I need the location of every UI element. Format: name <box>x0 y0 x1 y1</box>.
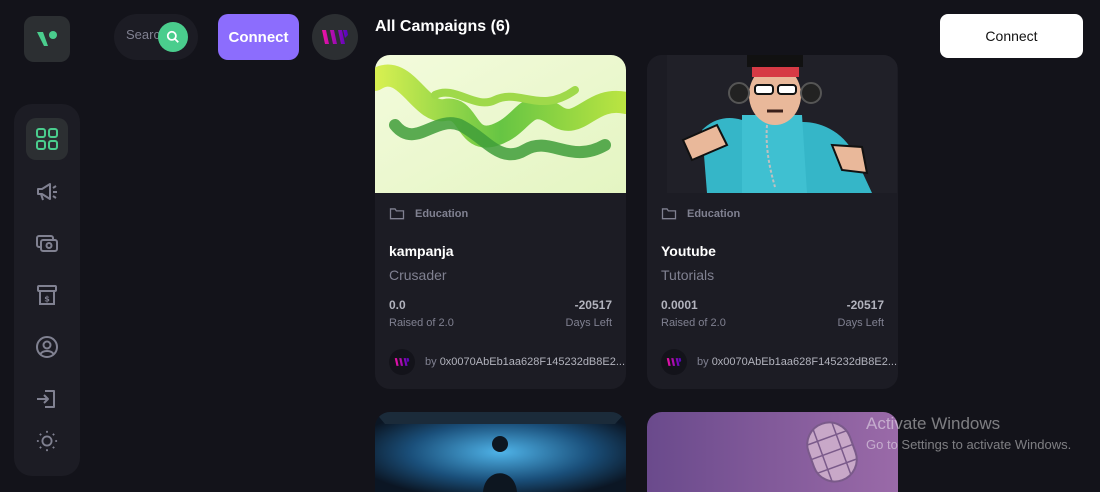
campaign-description: Tutorials <box>661 267 715 283</box>
campaign-image <box>375 412 626 492</box>
campaign-card-partial[interactable] <box>647 412 898 492</box>
windows-activation-watermark: Activate Windows Go to Settings to activ… <box>866 414 1071 452</box>
days-left-label: Days Left <box>565 317 612 329</box>
campaign-card[interactable]: Education kampanja Crusader 0.0 Raised o… <box>375 55 626 389</box>
wallet-connect-button[interactable]: Connect <box>940 14 1083 58</box>
thirdweb-logo-icon <box>322 30 348 44</box>
dashboard-icon <box>36 128 58 150</box>
sidebar-item-campaign[interactable] <box>26 170 68 212</box>
logo-icon <box>37 31 57 46</box>
campaign-image <box>647 412 898 492</box>
raised-label: Raised of 2.0 <box>389 317 454 329</box>
campaign-description: Crusader <box>389 267 447 283</box>
logout-icon <box>37 390 55 408</box>
days-left-stat: -20517 Days Left <box>566 298 612 329</box>
connect-button[interactable]: Connect <box>218 14 299 60</box>
campaign-owner: by 0x0070AbEb1aa628F145232dB8E2... <box>661 349 897 375</box>
owner-address: 0x0070AbEb1aa628F145232dB8E2... <box>711 356 898 368</box>
app-logo[interactable] <box>24 16 70 62</box>
sidebar-item-dashboard[interactable] <box>26 118 68 160</box>
raised-label: Raised of 2.0 <box>661 317 726 329</box>
withdraw-icon: $ <box>37 285 57 305</box>
sidebar-item-payment[interactable] <box>26 222 68 264</box>
campaign-category: Education <box>389 207 468 220</box>
payment-icon <box>36 235 58 252</box>
campaign-image <box>375 55 626 193</box>
owner-prefix: by <box>697 356 709 368</box>
raised-stat: 0.0001 Raised of 2.0 <box>661 298 726 329</box>
sun-icon <box>36 430 58 452</box>
sidebar-item-logout[interactable] <box>26 378 68 420</box>
owner-address: 0x0070AbEb1aa628F145232dB8E2... <box>439 356 626 368</box>
days-left-value: -20517 <box>846 298 884 312</box>
watermark-subtitle: Go to Settings to activate Windows. <box>866 437 1072 452</box>
owner-avatar <box>661 349 687 375</box>
sidebar: $ <box>14 104 80 476</box>
campaign-image <box>647 55 898 193</box>
campaign-owner: by 0x0070AbEb1aa628F145232dB8E2... <box>389 349 625 375</box>
campaign-card-partial[interactable] <box>375 412 626 492</box>
days-left-value: -20517 <box>574 298 612 312</box>
campaign-card[interactable]: Education Youtube Tutorials 0.0001 Raise… <box>647 55 898 389</box>
campaign-title: Youtube <box>661 243 716 259</box>
raised-stat: 0.0 Raised of 2.0 <box>389 298 454 329</box>
watermark-title: Activate Windows <box>866 414 1001 433</box>
thirdweb-logo-icon <box>394 358 410 366</box>
raised-value: 0.0 <box>389 298 406 312</box>
thirdweb-logo-icon <box>666 358 682 366</box>
category-label: Education <box>687 207 741 220</box>
search-button[interactable] <box>158 22 188 52</box>
search-icon <box>166 30 179 43</box>
days-left-label: Days Left <box>837 317 884 329</box>
campaign-category: Education <box>661 207 740 220</box>
category-label: Education <box>415 207 469 220</box>
profile-avatar[interactable] <box>312 14 358 60</box>
folder-icon <box>389 208 405 220</box>
page-title: All Campaigns (6) <box>375 18 511 35</box>
profile-icon <box>36 336 58 358</box>
theme-toggle-button[interactable] <box>26 420 68 462</box>
owner-prefix: by <box>425 356 437 368</box>
megaphone-icon <box>37 183 57 201</box>
owner-avatar <box>389 349 415 375</box>
days-left-stat: -20517 Days Left <box>838 298 884 329</box>
search-bar <box>114 14 198 60</box>
campaign-title: kampanja <box>389 243 454 259</box>
sidebar-item-profile[interactable] <box>26 326 68 368</box>
folder-icon <box>661 208 677 220</box>
svg-text:$: $ <box>44 295 50 304</box>
sidebar-item-withdraw[interactable]: $ <box>26 274 68 316</box>
raised-value: 0.0001 <box>661 298 698 312</box>
